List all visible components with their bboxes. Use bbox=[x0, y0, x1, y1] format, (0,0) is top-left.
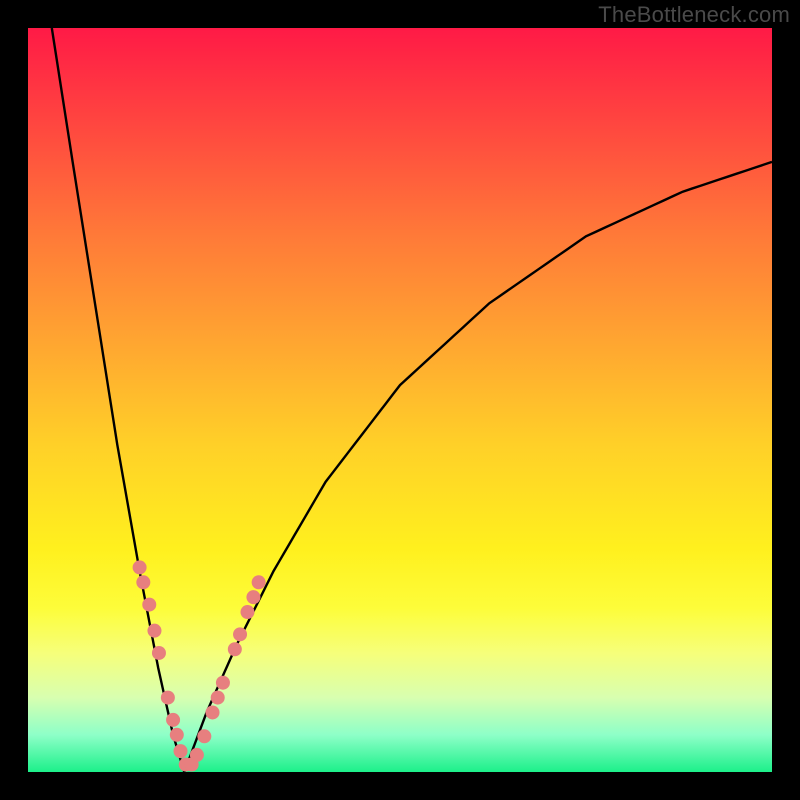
curve-group bbox=[52, 28, 772, 772]
chart-svg bbox=[28, 28, 772, 772]
chart-frame: TheBottleneck.com bbox=[0, 0, 800, 800]
data-point bbox=[216, 676, 230, 690]
data-point bbox=[197, 729, 211, 743]
watermark-text: TheBottleneck.com bbox=[598, 2, 790, 28]
scatter-group bbox=[133, 560, 266, 771]
data-point bbox=[233, 627, 247, 641]
data-point bbox=[190, 748, 204, 762]
data-point bbox=[136, 575, 150, 589]
data-point bbox=[170, 728, 184, 742]
data-point bbox=[152, 646, 166, 660]
data-point bbox=[252, 575, 266, 589]
data-point bbox=[147, 624, 161, 638]
data-point bbox=[166, 713, 180, 727]
data-point bbox=[228, 642, 242, 656]
data-point bbox=[240, 605, 254, 619]
plot-area bbox=[28, 28, 772, 772]
data-point bbox=[206, 705, 220, 719]
data-point bbox=[142, 598, 156, 612]
data-point bbox=[174, 744, 188, 758]
data-point bbox=[161, 691, 175, 705]
data-point bbox=[133, 560, 147, 574]
data-point bbox=[246, 590, 260, 604]
data-point bbox=[211, 691, 225, 705]
right-branch-path bbox=[184, 162, 772, 772]
left-branch-path bbox=[52, 28, 184, 772]
